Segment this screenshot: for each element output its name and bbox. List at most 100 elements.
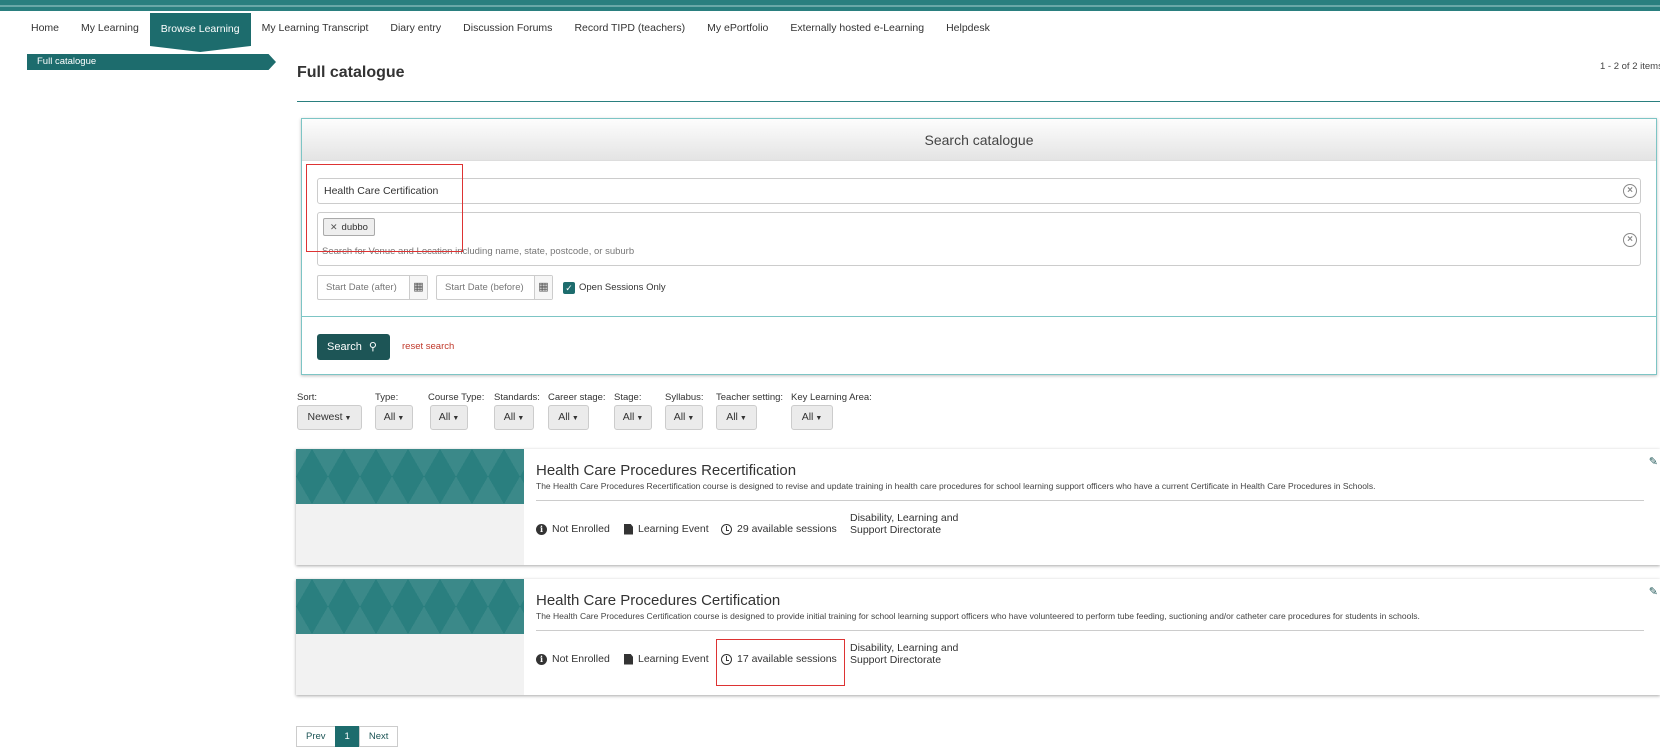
course-type-dropdown-value: All [438, 411, 451, 423]
course-title[interactable]: Health Care Procedures Certification [536, 592, 780, 609]
clear-keyword-icon[interactable]: × [1623, 184, 1637, 198]
open-sessions-label: Open Sessions Only [579, 282, 666, 293]
course-thumbnail [296, 449, 524, 504]
course-description: The Health Care Procedures Certification… [536, 611, 1420, 621]
nav-eportfolio[interactable]: My ePortfolio [696, 13, 779, 43]
document-icon [624, 523, 633, 535]
start-date-before-input[interactable]: Start Date (before) ▦ [436, 275, 553, 300]
thumbnail-footer [296, 634, 524, 695]
clear-venue-icon[interactable]: × [1623, 233, 1637, 247]
filter-label-type: Type: [375, 392, 399, 403]
thumbnail-footer [296, 504, 524, 565]
keyword-search-input[interactable]: Health Care Certification × [317, 178, 1641, 204]
filter-label-key-learning-area: Key Learning Area: [791, 392, 872, 403]
filter-label-stage: Stage: [614, 392, 642, 403]
nav-record-tipd[interactable]: Record TIPD (teachers) [563, 13, 696, 43]
nav-diary-entry[interactable]: Diary entry [379, 13, 452, 43]
nav-discussion-forums[interactable]: Discussion Forums [452, 13, 563, 43]
edit-pencil-icon[interactable]: ✎ [1649, 585, 1658, 598]
nav-learning-transcript[interactable]: My Learning Transcript [251, 13, 380, 43]
calendar-icon[interactable]: ▦ [534, 276, 552, 299]
type-dropdown[interactable]: All ▼ [375, 405, 413, 430]
highlight-box-search-fields [306, 164, 463, 252]
caret-down-icon: ▼ [687, 415, 695, 422]
page-1-button[interactable]: 1 [334, 726, 360, 747]
career-stage-dropdown[interactable]: All ▼ [548, 405, 589, 430]
pagination: Prev 1 Next [296, 726, 399, 747]
title-divider [297, 101, 1660, 102]
nav-external-elearning[interactable]: Externally hosted e-Learning [779, 13, 935, 43]
course-type-label: Learning Event [638, 653, 709, 665]
info-icon: i [536, 523, 547, 535]
result-card[interactable]: Health Care Procedures Certification The… [296, 579, 1660, 695]
highlight-box-sessions [716, 639, 845, 686]
card-divider [536, 630, 1644, 631]
start-date-after-input[interactable]: Start Date (after) ▦ [317, 275, 428, 300]
search-panel-divider [302, 316, 1656, 317]
top-accent-bar [0, 0, 1660, 11]
page-title: Full catalogue [297, 64, 405, 81]
key-learning-area-dropdown-value: All [801, 411, 814, 423]
filter-label-syllabus: Syllabus: [665, 392, 704, 403]
key-learning-area-dropdown[interactable]: All ▼ [791, 405, 833, 430]
filter-label-sort: Sort: [297, 392, 318, 403]
career-stage-dropdown-value: All [558, 411, 570, 423]
venue-search-input[interactable]: ✕ dubbo Search for Venue and Location inc… [317, 212, 1641, 266]
teacher-setting-dropdown[interactable]: All ▼ [716, 405, 757, 430]
course-description: The Health Care Procedures Recertificati… [536, 481, 1376, 491]
caret-down-icon: ▼ [739, 415, 747, 422]
caret-down-icon: ▼ [815, 415, 823, 422]
syllabus-dropdown[interactable]: All ▼ [665, 405, 703, 430]
top-accent-line [0, 5, 1660, 7]
reset-search-link[interactable]: reset search [402, 341, 454, 352]
stage-dropdown-value: All [622, 411, 635, 423]
search-button[interactable]: Search ⚲ [317, 334, 390, 360]
caret-down-icon: ▼ [452, 415, 460, 422]
search-icon: ⚲ [368, 341, 377, 353]
nav-my-learning[interactable]: My Learning [70, 13, 150, 43]
start-date-before-placeholder: Start Date (before) [445, 282, 524, 293]
course-thumbnail [296, 579, 524, 634]
sort-dropdown[interactable]: Newest ▼ [297, 405, 362, 430]
open-sessions-checkbox[interactable]: ✓ [563, 282, 575, 294]
edit-pencil-icon[interactable]: ✎ [1649, 455, 1658, 468]
item-count: 1 - 2 of 2 items [1600, 61, 1660, 72]
calendar-icon[interactable]: ▦ [409, 276, 427, 299]
card-divider [536, 500, 1644, 501]
enrolment-status: i Not Enrolled [536, 523, 610, 535]
clock-icon [721, 523, 732, 535]
caret-down-icon: ▼ [571, 415, 579, 422]
document-icon [624, 653, 633, 665]
sidebar-item-full-catalogue[interactable]: Full catalogue [27, 54, 276, 70]
standards-dropdown-value: All [503, 411, 516, 423]
next-page-button[interactable]: Next [358, 726, 399, 747]
course-title[interactable]: Health Care Procedures Recertification [536, 462, 796, 479]
filter-label-career-stage: Career stage: [548, 392, 606, 403]
available-sessions-label: 29 available sessions [737, 523, 837, 535]
nav-helpdesk[interactable]: Helpdesk [935, 13, 1001, 43]
course-type: Learning Event [624, 653, 709, 665]
main-nav: Home My Learning Browse Learning My Lear… [20, 11, 1001, 46]
result-card[interactable]: Health Care Procedures Recertification T… [296, 449, 1660, 565]
search-button-label: Search [327, 341, 362, 353]
sort-dropdown-value: Newest [307, 411, 343, 423]
course-type-label: Learning Event [638, 523, 709, 535]
available-sessions: 29 available sessions [721, 523, 837, 535]
enrolment-status: i Not Enrolled [536, 653, 610, 665]
start-date-after-placeholder: Start Date (after) [326, 282, 397, 293]
nav-browse-learning[interactable]: Browse Learning [149, 13, 251, 46]
filter-label-standards: Standards: [494, 392, 540, 403]
nav-home[interactable]: Home [20, 13, 70, 43]
search-panel-header: Search catalogue [302, 119, 1656, 161]
standards-dropdown[interactable]: All ▼ [494, 405, 534, 430]
prev-page-button[interactable]: Prev [296, 726, 336, 747]
filter-label-teacher-setting: Teacher setting: [716, 392, 784, 403]
course-type-dropdown[interactable]: All ▼ [430, 405, 468, 430]
caret-down-icon: ▼ [397, 415, 405, 422]
enrolment-status-label: Not Enrolled [552, 523, 610, 535]
caret-down-icon: ▼ [517, 415, 525, 422]
course-type: Learning Event [624, 523, 709, 535]
search-panel: Search catalogue Health Care Certificati… [301, 118, 1657, 375]
enrolment-status-label: Not Enrolled [552, 653, 610, 665]
stage-dropdown[interactable]: All ▼ [614, 405, 652, 430]
